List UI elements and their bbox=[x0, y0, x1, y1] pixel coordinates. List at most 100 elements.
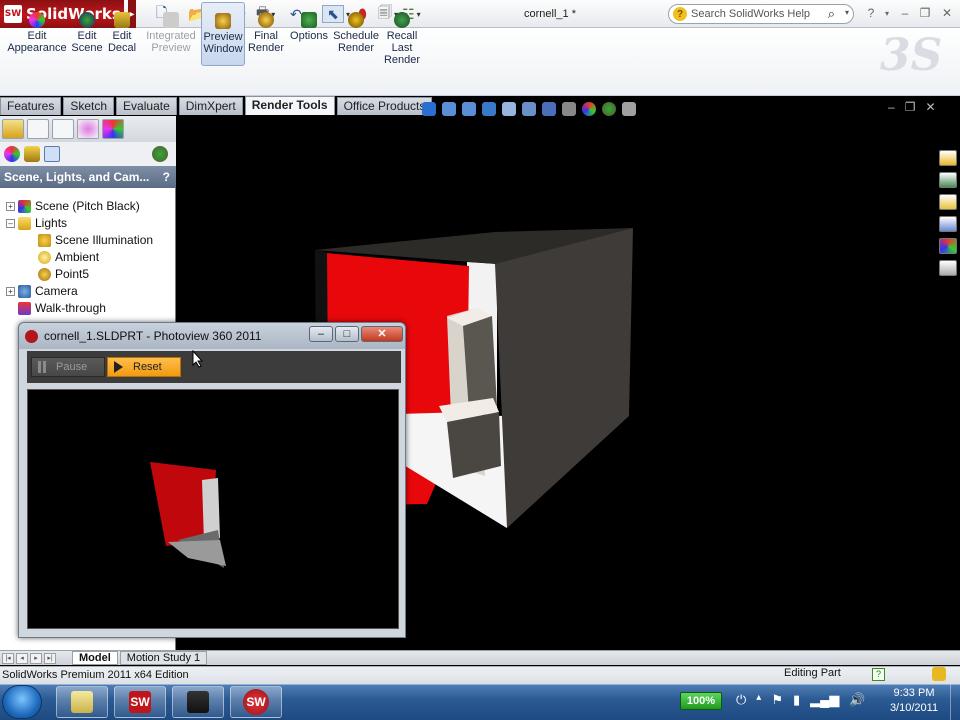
photoview-close-button[interactable]: ✕ bbox=[361, 326, 403, 342]
action-center-flag-icon[interactable]: ⚑ bbox=[771, 692, 783, 708]
prev-tab-arrow-icon[interactable]: ◂ bbox=[16, 652, 28, 664]
section-view-icon[interactable] bbox=[482, 102, 496, 116]
edit-decal-button[interactable]: Edit Decal bbox=[106, 2, 138, 66]
last-tab-arrow-icon[interactable]: ▸| bbox=[44, 652, 56, 664]
search-input[interactable]: Search SolidWorks Help bbox=[691, 8, 810, 20]
file-explorer-icon[interactable] bbox=[938, 194, 957, 210]
show-desktop-button[interactable] bbox=[950, 684, 960, 720]
viewport-minimize-icon[interactable]: – bbox=[888, 100, 895, 114]
design-library-icon[interactable] bbox=[938, 172, 957, 188]
recall-last-render-button[interactable]: Recall Last Render bbox=[382, 2, 422, 66]
first-tab-arrow-icon[interactable]: |◂ bbox=[2, 652, 14, 664]
start-button[interactable] bbox=[2, 685, 42, 719]
tree-item-scene[interactable]: + Scene (Pitch Black) bbox=[6, 198, 140, 214]
next-tab-arrow-icon[interactable]: ▸ bbox=[30, 652, 42, 664]
tree-item-lights[interactable]: – Lights bbox=[6, 215, 67, 231]
viewport-close-icon[interactable]: ✕ bbox=[925, 100, 935, 114]
tree-item-point5[interactable]: Point5 bbox=[38, 266, 89, 282]
previous-view-icon[interactable] bbox=[422, 102, 436, 116]
display-style-icon[interactable] bbox=[522, 102, 536, 116]
tree-item-ambient[interactable]: Ambient bbox=[38, 249, 99, 265]
apply-scene-icon[interactable] bbox=[582, 102, 596, 116]
lights-folder-icon bbox=[18, 216, 31, 230]
decals-view-icon[interactable] bbox=[24, 146, 40, 162]
tag-icon[interactable] bbox=[932, 667, 946, 681]
configuration-manager-tab-icon[interactable] bbox=[52, 119, 74, 139]
restore-window-button[interactable]: ❐ bbox=[916, 6, 934, 20]
scene-lights-cameras-view-icon[interactable] bbox=[44, 146, 60, 162]
search-dropdown-icon[interactable]: ▾ bbox=[845, 8, 849, 17]
taskbar-camtasia[interactable] bbox=[172, 686, 224, 718]
minimize-window-button[interactable]: – bbox=[896, 6, 914, 20]
view-orientation-icon[interactable] bbox=[502, 102, 516, 116]
tab-motion-study-1[interactable]: Motion Study 1 bbox=[119, 651, 208, 665]
system-clock[interactable]: 9:33 PM 3/10/2011 bbox=[880, 686, 948, 716]
help-dropdown-icon[interactable]: ▾ bbox=[878, 9, 896, 18]
feature-manager-tab-icon[interactable] bbox=[2, 119, 24, 139]
tab-dimxpert[interactable]: DimXpert bbox=[178, 97, 243, 115]
display-manager-tab-icon[interactable] bbox=[102, 119, 124, 139]
panel-options-icon[interactable] bbox=[152, 146, 168, 162]
tab-evaluate[interactable]: Evaluate bbox=[116, 97, 177, 115]
battery-indicator[interactable]: 100% bbox=[680, 692, 722, 710]
expand-icon[interactable]: + bbox=[6, 286, 15, 296]
edit-appearance-heads-up-icon[interactable] bbox=[562, 102, 576, 116]
signal-icon[interactable]: ▂▄▆ bbox=[810, 692, 839, 708]
view-palette-icon[interactable] bbox=[938, 216, 957, 232]
monitor-settings-icon[interactable] bbox=[622, 102, 636, 116]
tree-item-scene-illumination[interactable]: Scene Illumination bbox=[38, 232, 153, 248]
preview-window-icon bbox=[215, 13, 231, 29]
appearances-scenes-icon[interactable] bbox=[938, 238, 957, 254]
options-button[interactable]: Options bbox=[288, 2, 330, 66]
preview-window-label: Preview Window bbox=[203, 31, 243, 55]
appearances-view-icon[interactable] bbox=[4, 146, 20, 162]
panel-title: Scene, Lights, and Cam... bbox=[4, 170, 150, 184]
schedule-render-label: Schedule Render bbox=[333, 30, 379, 54]
photoview-maximize-button[interactable]: □ bbox=[335, 326, 359, 342]
preview-window-button[interactable]: Preview Window bbox=[201, 2, 245, 66]
final-render-button[interactable]: Final Render bbox=[246, 2, 286, 66]
render-preview-canvas bbox=[27, 389, 399, 629]
options-label: Options bbox=[290, 30, 328, 42]
tab-sketch[interactable]: Sketch bbox=[63, 97, 115, 115]
tab-features[interactable]: Features bbox=[0, 97, 62, 115]
hide-show-items-icon[interactable] bbox=[542, 102, 556, 116]
edit-appearance-button[interactable]: Edit Appearance bbox=[6, 2, 68, 66]
tab-model[interactable]: Model bbox=[72, 651, 118, 665]
quick-tips-icon[interactable]: ? bbox=[872, 668, 885, 681]
zoom-to-area-icon[interactable] bbox=[462, 102, 476, 116]
property-manager-tab-icon[interactable] bbox=[27, 119, 49, 139]
search-icon[interactable]: ⌕ bbox=[828, 6, 835, 22]
panel-help-icon[interactable]: ? bbox=[163, 166, 170, 188]
zoom-to-fit-icon[interactable] bbox=[442, 102, 456, 116]
volume-icon[interactable]: 🔊 bbox=[849, 692, 865, 708]
tree-item-camera[interactable]: + Camera bbox=[6, 283, 78, 299]
home-icon[interactable] bbox=[938, 150, 957, 166]
photoview-minimize-button[interactable]: – bbox=[309, 326, 333, 342]
power-plug-icon[interactable]: ⏻ bbox=[736, 692, 746, 708]
reset-button[interactable]: Reset bbox=[107, 357, 181, 377]
clock-date: 3/10/2011 bbox=[889, 702, 939, 714]
expand-icon[interactable]: + bbox=[6, 201, 15, 211]
show-hidden-icons-icon[interactable]: ▴ bbox=[756, 692, 761, 708]
tree-item-walk-through[interactable]: Walk-through bbox=[18, 300, 106, 316]
pause-button[interactable]: Pause bbox=[31, 357, 105, 377]
taskbar-photoview[interactable]: SW bbox=[230, 686, 282, 718]
taskbar-solidworks[interactable]: SW bbox=[114, 686, 166, 718]
tab-office-products[interactable]: Office Products bbox=[336, 97, 433, 115]
custom-properties-icon[interactable] bbox=[938, 260, 957, 276]
integrated-preview-button[interactable]: Integrated Preview bbox=[144, 2, 198, 66]
view-settings-icon[interactable] bbox=[602, 102, 616, 116]
point-light-icon bbox=[38, 267, 51, 281]
tab-render-tools[interactable]: Render Tools bbox=[244, 96, 335, 115]
edit-scene-button[interactable]: Edit Scene bbox=[70, 2, 104, 66]
schedule-render-button[interactable]: Schedule Render bbox=[332, 2, 380, 66]
search-help-box[interactable]: ? Search SolidWorks Help ⌕ ▾ bbox=[668, 4, 854, 24]
photoview-title: cornell_1.SLDPRT - Photoview 360 2011 bbox=[44, 329, 262, 343]
dimxpert-manager-tab-icon[interactable] bbox=[77, 119, 99, 139]
taskbar-explorer[interactable] bbox=[56, 686, 108, 718]
collapse-icon[interactable]: – bbox=[6, 218, 15, 228]
viewport-restore-icon[interactable]: ❐ bbox=[905, 100, 916, 114]
close-window-button[interactable]: ✕ bbox=[938, 6, 956, 20]
network-icon[interactable]: ▮ bbox=[793, 692, 800, 708]
